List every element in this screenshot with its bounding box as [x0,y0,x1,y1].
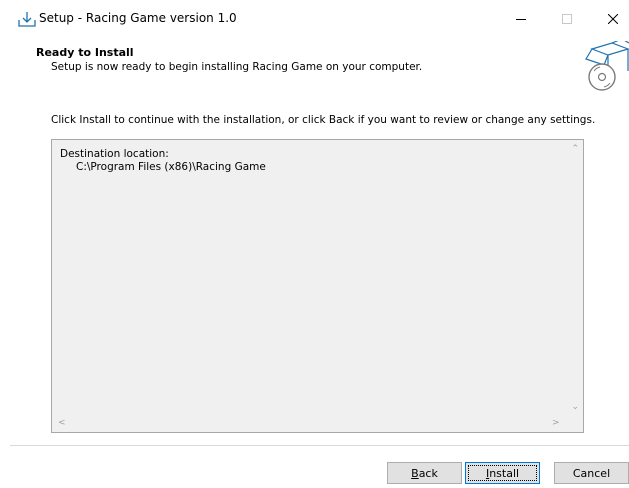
close-button[interactable] [590,0,629,38]
wizard-header: Ready to Install Setup is now ready to b… [0,38,629,98]
minimize-icon [516,19,526,20]
scroll-right-icon[interactable]: > [552,418,560,428]
minimize-button[interactable] [498,0,544,38]
cancel-button[interactable]: Cancel [554,462,629,484]
scroll-down-icon[interactable]: ⌄ [571,402,579,412]
back-accelerator: B [411,466,419,480]
close-icon [608,14,618,24]
maximize-button [544,0,590,38]
back-button[interactable]: Back [387,462,462,484]
instruction-text: Click Install to continue with the insta… [51,114,596,126]
memo-destination-label: Destination location: [60,148,169,160]
scroll-up-icon[interactable]: ⌃ [571,144,579,154]
window-title: Setup - Racing Game version 1.0 [39,11,237,25]
install-label: nstall [489,466,520,480]
scrollbar-corner [566,415,583,432]
setup-box-disc-icon [585,41,629,91]
footer-divider [10,445,629,446]
ready-memo[interactable]: Destination location: C:\Program Files (… [51,139,584,433]
page-title: Ready to Install [36,46,134,59]
installer-icon [18,12,36,27]
vertical-scrollbar[interactable]: ⌃ ⌄ [566,140,583,415]
memo-destination-path: C:\Program Files (x86)\Racing Game [76,161,266,173]
title-bar[interactable]: Setup - Racing Game version 1.0 [0,0,629,38]
scroll-left-icon[interactable]: < [58,418,66,428]
maximize-icon [562,14,572,24]
horizontal-scrollbar[interactable]: < > [52,415,566,432]
install-button[interactable]: Install [465,462,540,484]
page-subtitle: Setup is now ready to begin installing R… [51,61,423,73]
back-label: ack [418,466,438,480]
